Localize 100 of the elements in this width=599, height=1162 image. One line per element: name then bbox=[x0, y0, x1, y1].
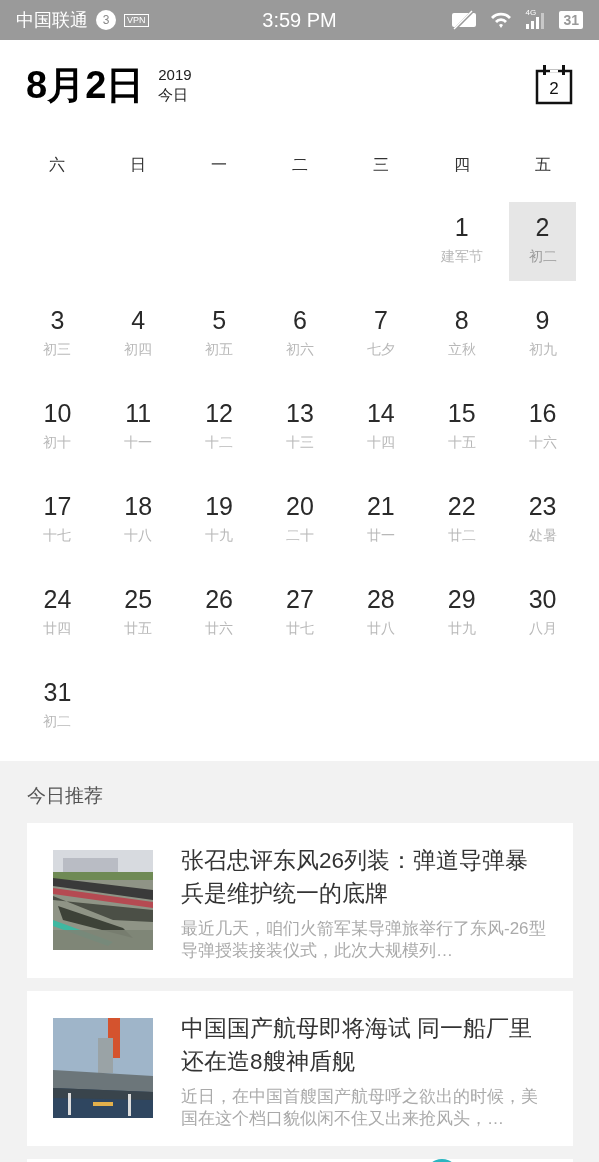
day-number: 21 bbox=[366, 491, 395, 521]
battery-level: 31 bbox=[559, 11, 583, 29]
day-cell[interactable]: 21 廿一 bbox=[347, 481, 415, 560]
day-cell[interactable]: 15 十五 bbox=[428, 388, 496, 467]
day-cell[interactable]: 5 初五 bbox=[185, 295, 253, 374]
lunar-date: 初九 bbox=[528, 341, 557, 359]
lunar-date: 八月 bbox=[528, 620, 557, 638]
day-number: 8 bbox=[454, 305, 469, 335]
day-number: 5 bbox=[212, 305, 227, 335]
day-cell[interactable]: 18 十八 bbox=[104, 481, 172, 560]
day-number: 14 bbox=[366, 398, 395, 428]
wifi-icon bbox=[489, 11, 514, 29]
clock-time: 3:59 PM bbox=[262, 8, 337, 32]
day-number: 7 bbox=[373, 305, 388, 335]
news-card[interactable]: 张召忠评东风26列装：弹道导弹暴兵是维护统一的底牌 最近几天，咱们火箭军某导弹旅举行了东风-26型导弹授装接装仪式，此次大规模列… bbox=[27, 823, 573, 978]
day-number: 18 bbox=[124, 491, 153, 521]
day-number: 28 bbox=[366, 584, 395, 614]
lunar-date: 廿一 bbox=[366, 527, 395, 545]
day-cell[interactable]: 19 十九 bbox=[185, 481, 253, 560]
day-number: 4 bbox=[131, 305, 146, 335]
day-cell[interactable]: 8 立秋 bbox=[428, 295, 496, 374]
carrier-name: 中国联通 bbox=[16, 9, 88, 32]
day-cell[interactable]: 28 廿八 bbox=[347, 574, 415, 653]
weekday-label: 五 bbox=[534, 154, 551, 175]
lunar-date: 初十 bbox=[43, 434, 72, 452]
lunar-date: 初五 bbox=[205, 341, 234, 359]
day-number: 24 bbox=[43, 584, 72, 614]
year-label: 2019 bbox=[158, 65, 192, 83]
day-cell[interactable]: 1 建军节 bbox=[428, 202, 496, 281]
day-cell[interactable]: 10 初十 bbox=[23, 388, 91, 467]
day-number: 26 bbox=[205, 584, 234, 614]
lunar-date: 十七 bbox=[43, 527, 72, 545]
lunar-date: 十五 bbox=[447, 434, 476, 452]
day-cell[interactable]: 11 十一 bbox=[104, 388, 172, 467]
lunar-date: 十八 bbox=[124, 527, 153, 545]
day-number: 25 bbox=[124, 584, 153, 614]
vpn-indicator: VPN bbox=[124, 13, 149, 27]
day-number: 13 bbox=[286, 398, 314, 428]
lunar-date: 十一 bbox=[124, 434, 153, 452]
day-cell[interactable]: 17 十七 bbox=[23, 481, 91, 560]
day-number: 30 bbox=[528, 584, 557, 614]
day-cell[interactable]: 27 廿七 bbox=[266, 574, 334, 653]
day-number: 17 bbox=[43, 491, 72, 521]
notification-badge: 3 bbox=[96, 10, 116, 30]
weekday-label: 一 bbox=[211, 154, 228, 175]
day-cell[interactable]: 30 八月 bbox=[509, 574, 577, 653]
selected-date: 8月2日 bbox=[26, 62, 145, 108]
lunar-date: 初六 bbox=[286, 341, 314, 359]
day-number: 16 bbox=[528, 398, 557, 428]
lunar-date: 廿七 bbox=[286, 620, 314, 638]
day-number: 11 bbox=[125, 398, 152, 428]
news-summary: 最近几天，咱们火箭军某导弹旅举行了东风-26型导弹授装接装仪式，此次大规模列… bbox=[181, 918, 546, 962]
hd-off-icon bbox=[451, 10, 478, 30]
network-type: 4G bbox=[525, 8, 537, 17]
day-cell[interactable]: 24 廿四 bbox=[23, 574, 91, 653]
day-number: 31 bbox=[43, 677, 72, 707]
day-cell[interactable]: 23 处暑 bbox=[509, 481, 577, 560]
lunar-date: 处暑 bbox=[528, 527, 557, 545]
day-cell[interactable]: 25 廿五 bbox=[104, 574, 172, 653]
day-cell[interactable]: 16 十六 bbox=[509, 388, 577, 467]
day-number: 29 bbox=[447, 584, 476, 614]
lunar-date: 十四 bbox=[366, 434, 395, 452]
day-number: 3 bbox=[50, 305, 65, 335]
weekday-label: 二 bbox=[292, 154, 308, 175]
lunar-date: 廿五 bbox=[124, 620, 153, 638]
lunar-date: 十六 bbox=[528, 434, 557, 452]
selected-day-cell[interactable]: 2 初二 bbox=[509, 202, 577, 281]
lunar-date: 廿六 bbox=[205, 620, 234, 638]
news-title: 中国国产航母即将海试 同一船厂里还在造8艘神盾舰 bbox=[181, 1015, 534, 1076]
lunar-date: 初四 bbox=[124, 341, 153, 359]
day-number: 22 bbox=[447, 491, 476, 521]
weekday-label: 日 bbox=[130, 154, 147, 175]
weekday-label: 三 bbox=[372, 154, 389, 175]
day-number: 15 bbox=[447, 398, 476, 428]
day-cell[interactable]: 7 七夕 bbox=[347, 295, 415, 374]
news-card[interactable]: 中国国产航母即将海试 同一船厂里还在造8艘神盾舰 近日，在中国首艘国产航母呼之欲出的时候，美国在这个档口貌似闲不住又出来抢风头，… bbox=[27, 991, 573, 1146]
lunar-date: 廿九 bbox=[447, 620, 476, 638]
day-cell[interactable]: 9 初九 bbox=[509, 295, 577, 374]
lunar-date: 立秋 bbox=[447, 341, 476, 359]
day-cell[interactable]: 14 十四 bbox=[347, 388, 415, 467]
day-cell[interactable]: 29 廿九 bbox=[428, 574, 496, 653]
day-number: 19 bbox=[205, 491, 234, 521]
day-number: 20 bbox=[286, 491, 314, 521]
lunar-date: 廿四 bbox=[43, 620, 72, 638]
lunar-date: 初二 bbox=[528, 248, 557, 266]
today-label: 今日 bbox=[158, 85, 190, 105]
lunar-date: 建军节 bbox=[440, 248, 483, 266]
day-number: 23 bbox=[528, 491, 557, 521]
weekday-label: 六 bbox=[49, 154, 66, 175]
day-cell[interactable]: 6 初六 bbox=[266, 295, 334, 374]
lunar-date: 廿八 bbox=[366, 620, 395, 638]
day-cell[interactable]: 4 初四 bbox=[104, 295, 172, 374]
day-number: 1 bbox=[454, 212, 469, 242]
day-number: 27 bbox=[286, 584, 314, 614]
day-number: 9 bbox=[535, 305, 550, 335]
weekday-label: 四 bbox=[453, 154, 470, 175]
day-number: 2 bbox=[535, 212, 550, 242]
day-cell[interactable]: 26 廿六 bbox=[185, 574, 253, 653]
day-number: 10 bbox=[43, 398, 72, 428]
news-title: 张召忠评东风26列装：弹道导弹暴兵是维护统一的底牌 bbox=[181, 847, 530, 908]
